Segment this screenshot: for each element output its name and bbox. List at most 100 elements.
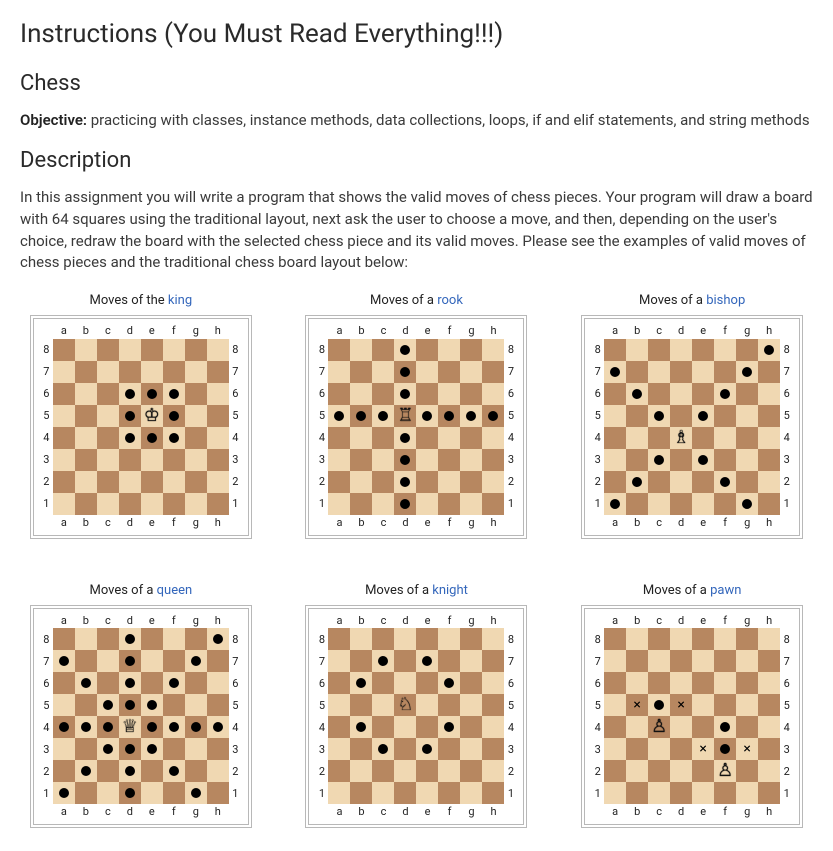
board-caption: Moves of the king — [20, 292, 262, 311]
file-label: c — [372, 515, 394, 531]
rank-label: 3 — [229, 738, 242, 760]
square-g2 — [185, 471, 207, 493]
square-f7 — [714, 650, 736, 672]
file-label: f — [438, 323, 460, 339]
file-label: b — [75, 613, 97, 629]
coord-spacer — [315, 515, 328, 531]
square-c8 — [648, 628, 670, 650]
square-b3 — [350, 449, 372, 471]
square-d5: ♘ — [394, 694, 416, 716]
square-h1 — [482, 782, 504, 804]
square-g6 — [185, 672, 207, 694]
rank-label: 1 — [229, 493, 242, 515]
coord-spacer — [780, 323, 793, 339]
square-f1 — [438, 493, 460, 515]
move-dot — [394, 427, 416, 449]
square-h6 — [207, 672, 229, 694]
square-g4 — [460, 716, 482, 738]
square-e2 — [141, 471, 163, 493]
square-c3 — [648, 738, 670, 760]
rank-label: 5 — [780, 694, 793, 716]
square-h7 — [758, 650, 780, 672]
square-g3 — [185, 738, 207, 760]
rank-label: 6 — [780, 672, 793, 694]
square-e8 — [416, 628, 438, 650]
square-c1 — [97, 493, 119, 515]
rank-label: 4 — [315, 716, 328, 738]
board-frame: abcdefgh8877665♘544332211abcdefgh — [305, 605, 527, 829]
objective-label: Objective: — [20, 111, 87, 129]
square-a8 — [328, 628, 350, 650]
rank-label: 1 — [504, 493, 517, 515]
coord-spacer — [504, 613, 517, 629]
square-e6 — [141, 672, 163, 694]
rank-label: 8 — [780, 628, 793, 650]
rank-label: 7 — [229, 650, 242, 672]
pawn-piece2-icon: ♙ — [717, 760, 733, 781]
board-frame: abcdefgh8877665♖544332211abcdefgh — [305, 315, 527, 539]
square-h2 — [207, 760, 229, 782]
file-label: h — [758, 613, 780, 629]
caption-link-knight[interactable]: knight — [432, 583, 468, 598]
rank-label: 2 — [40, 471, 53, 493]
rank-label: 7 — [40, 361, 53, 383]
square-a6 — [604, 672, 626, 694]
square-b1 — [626, 493, 648, 515]
square-b4 — [350, 427, 372, 449]
rank-label: 1 — [40, 782, 53, 804]
rank-label: 2 — [40, 760, 53, 782]
move-dot — [714, 738, 736, 760]
square-g8 — [460, 628, 482, 650]
square-h7 — [482, 650, 504, 672]
square-g1 — [460, 493, 482, 515]
move-dot — [185, 716, 207, 738]
square-e1 — [141, 493, 163, 515]
square-b8 — [626, 628, 648, 650]
square-h2 — [207, 471, 229, 493]
capture-mark — [670, 694, 692, 716]
square-g4 — [185, 427, 207, 449]
file-label: c — [648, 323, 670, 339]
square-b1 — [626, 782, 648, 804]
square-h2 — [758, 760, 780, 782]
file-label: e — [141, 804, 163, 820]
square-h4 — [482, 427, 504, 449]
move-dot — [758, 339, 780, 361]
caption-link-pawn[interactable]: pawn — [710, 583, 741, 598]
square-a5 — [328, 694, 350, 716]
move-dot — [372, 650, 394, 672]
square-e4 — [692, 427, 714, 449]
square-a8 — [604, 339, 626, 361]
caption-link-rook[interactable]: rook — [437, 293, 463, 308]
coord-spacer — [40, 323, 53, 339]
rank-label: 1 — [591, 782, 604, 804]
square-g2 — [736, 471, 758, 493]
caption-prefix: Moves of a — [370, 293, 437, 308]
square-a6 — [604, 383, 626, 405]
caption-link-bishop[interactable]: bishop — [706, 293, 745, 308]
square-a1 — [328, 493, 350, 515]
rank-label: 7 — [229, 361, 242, 383]
square-a6 — [53, 672, 75, 694]
square-a4 — [328, 427, 350, 449]
rank-label: 4 — [229, 427, 242, 449]
move-dot — [714, 471, 736, 493]
caption-prefix: Moves of a — [365, 583, 432, 598]
square-b8 — [350, 628, 372, 650]
square-g4 — [460, 427, 482, 449]
capture-mark — [692, 738, 714, 760]
move-dot — [350, 716, 372, 738]
file-label: c — [372, 804, 394, 820]
square-c2 — [372, 471, 394, 493]
move-dot — [163, 427, 185, 449]
square-c2 — [97, 471, 119, 493]
caption-link-king[interactable]: king — [168, 293, 192, 308]
caption-link-queen[interactable]: queen — [157, 583, 193, 598]
rank-label: 7 — [780, 650, 793, 672]
file-label: b — [626, 804, 648, 820]
square-g3 — [460, 738, 482, 760]
move-dot — [394, 383, 416, 405]
square-e8 — [141, 628, 163, 650]
square-h1 — [207, 493, 229, 515]
square-g2 — [460, 760, 482, 782]
